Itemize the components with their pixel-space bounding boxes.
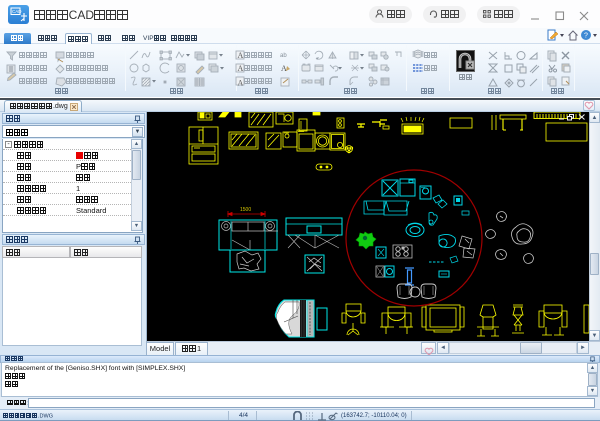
svg-text:A: A: [238, 51, 244, 60]
svg-text:A: A: [238, 79, 244, 88]
svg-text:ab: ab: [280, 53, 287, 59]
svg-text:?: ?: [584, 33, 588, 40]
svg-text:A: A: [238, 64, 244, 73]
svg-text:A: A: [281, 64, 287, 73]
svg-text:CAD: CAD: [12, 9, 22, 14]
svg-text:1500: 1500: [240, 207, 251, 213]
